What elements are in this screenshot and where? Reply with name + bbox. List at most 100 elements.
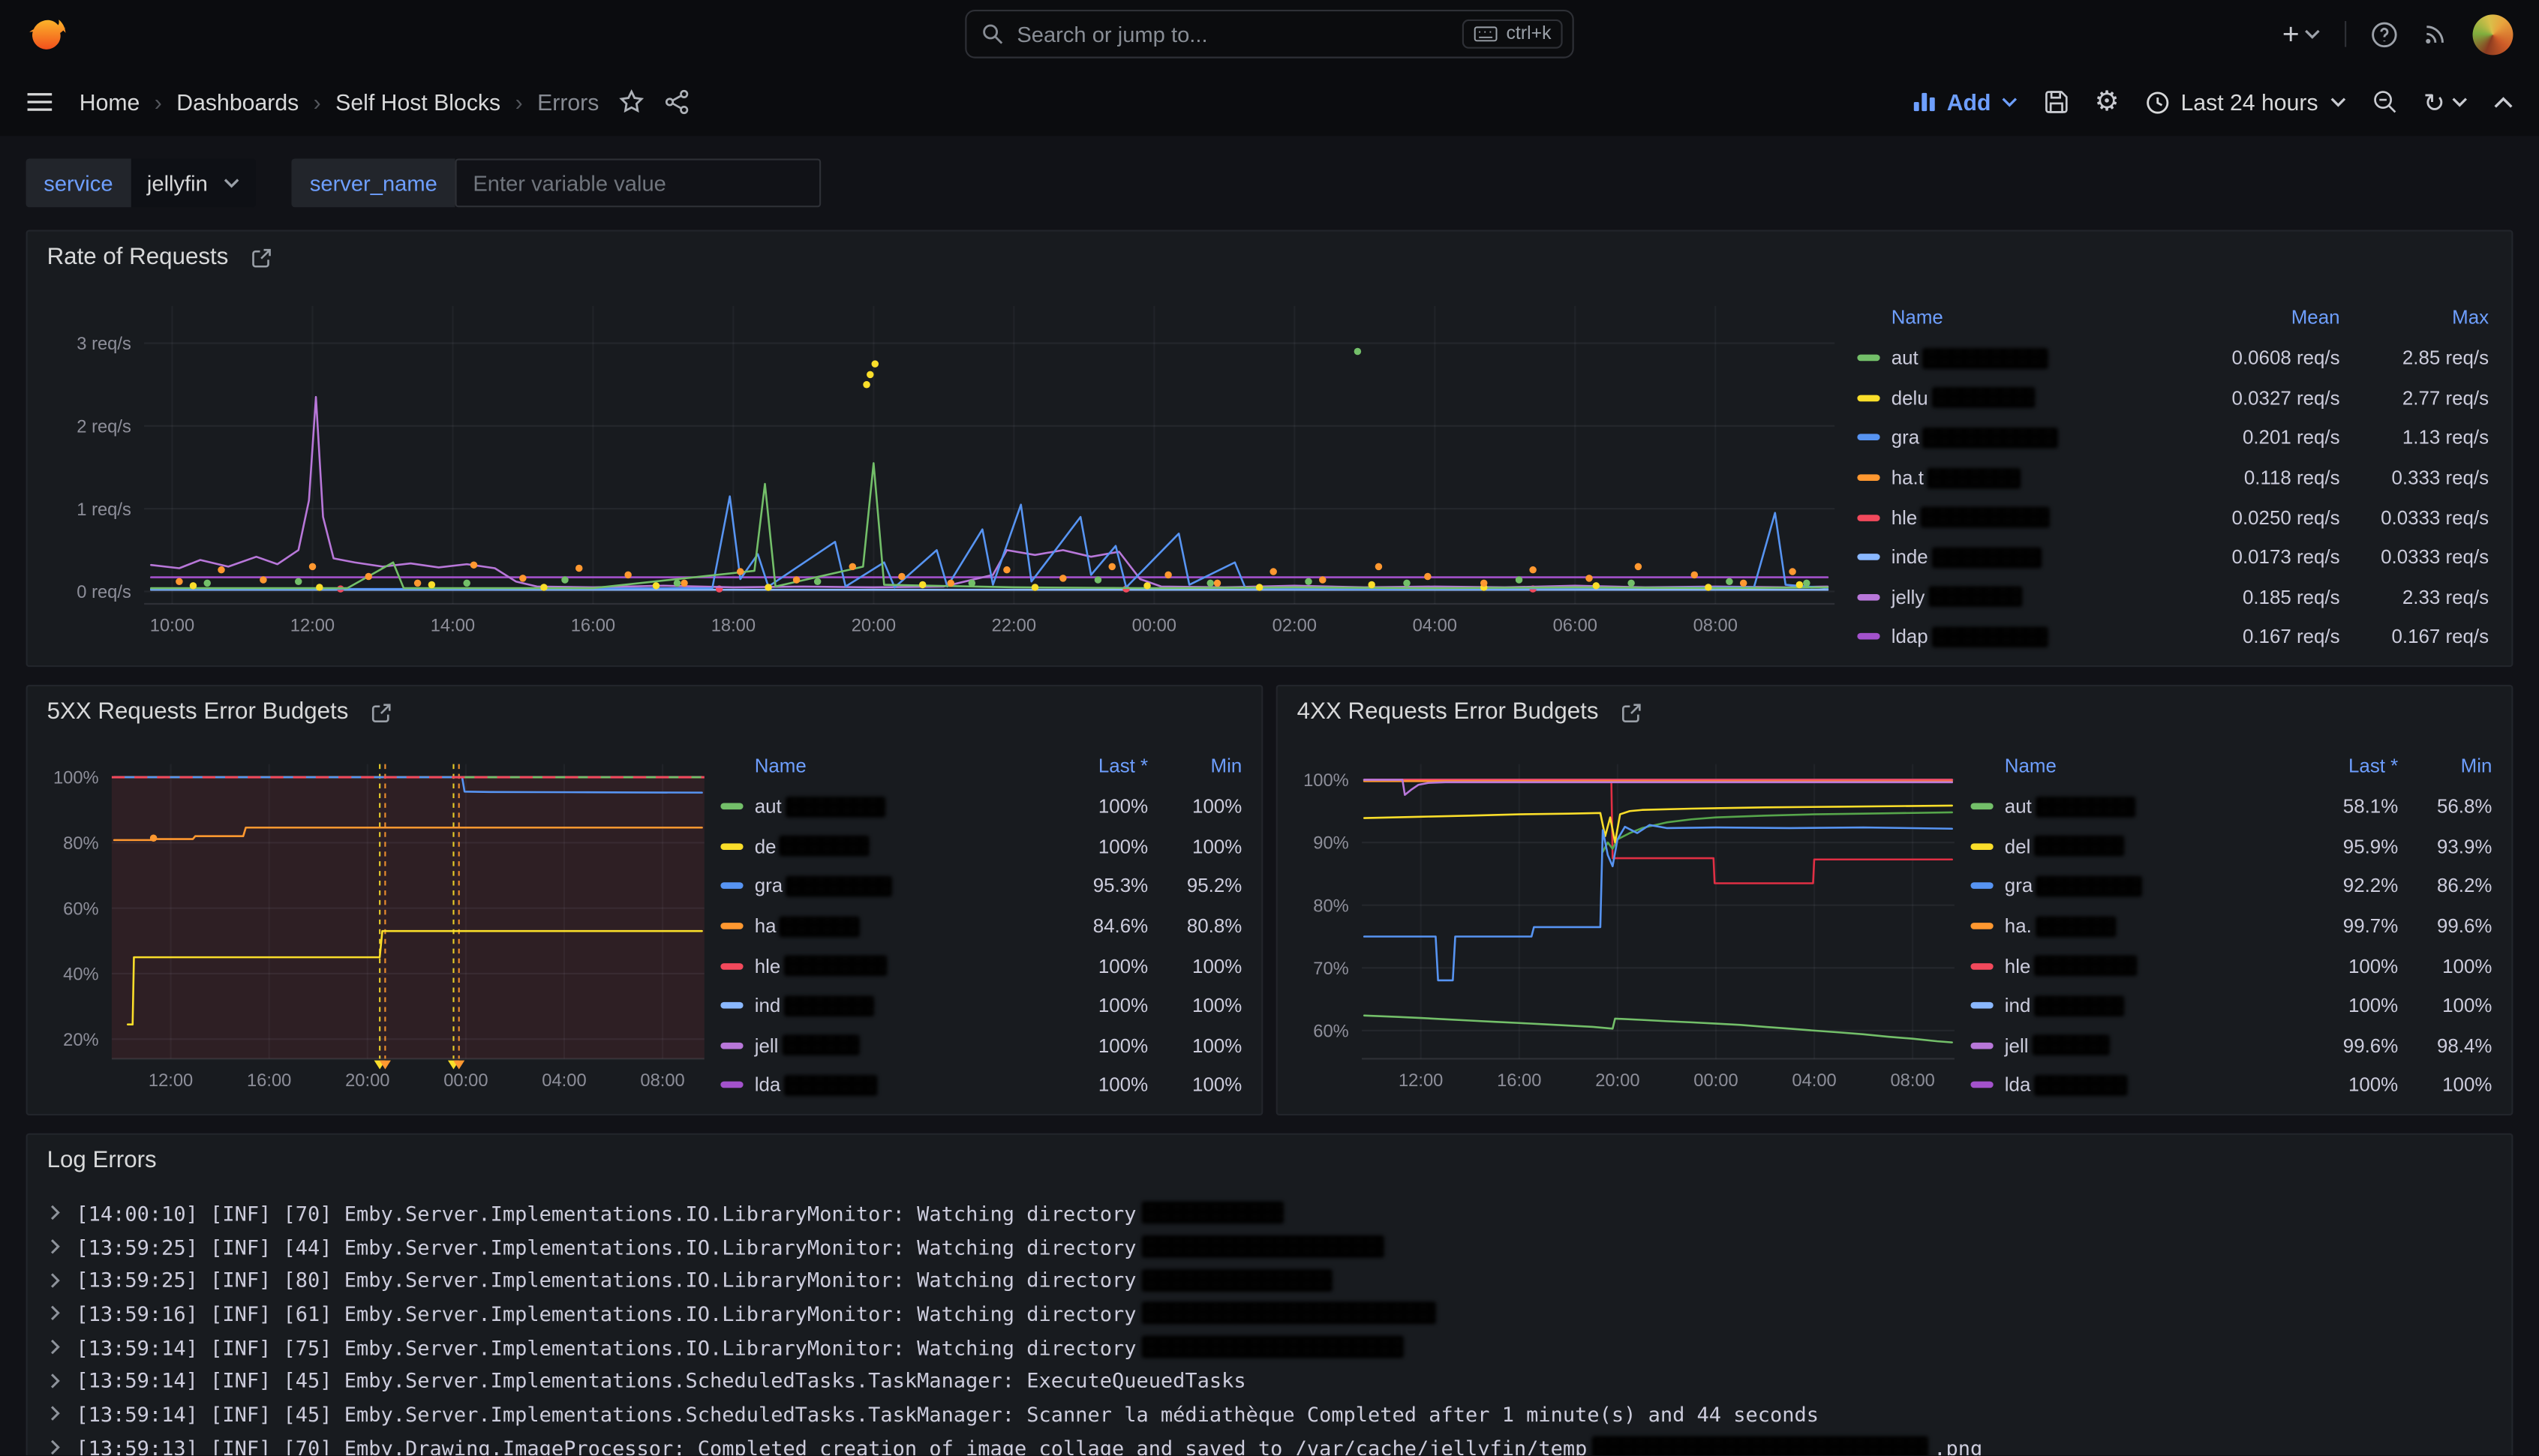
- expand-chevron-icon[interactable]: [49, 1305, 62, 1322]
- 5xx-error-budget-chart[interactable]: 20%40%60%80%100%12:0016:0020:0000:0004:0…: [41, 745, 714, 1104]
- dashboard-settings-button[interactable]: ⚙: [2095, 86, 2120, 118]
- legend-header-col1[interactable]: Mean: [2162, 306, 2339, 329]
- external-link-icon[interactable]: [251, 247, 272, 268]
- external-link-icon[interactable]: [371, 702, 392, 723]
- breadcrumb-item[interactable]: Dashboards: [176, 89, 299, 116]
- panel-header[interactable]: Log Errors: [47, 1148, 157, 1174]
- legend-row[interactable]: delu0.0327 req/s2.77 req/s: [1857, 378, 2489, 418]
- time-range-picker[interactable]: Last 24 hours: [2145, 89, 2345, 116]
- save-dashboard-button[interactable]: [2043, 89, 2069, 116]
- legend-row[interactable]: hle100%100%: [720, 946, 1242, 986]
- legend-header-col2[interactable]: Min: [1148, 755, 1242, 777]
- expand-chevron-icon[interactable]: [49, 1238, 62, 1255]
- breadcrumb-item[interactable]: Self Host Blocks: [335, 89, 500, 116]
- legend-row[interactable]: aut100%100%: [720, 787, 1242, 827]
- panel-title[interactable]: 4XX Requests Error Budgets: [1297, 699, 1599, 725]
- legend-row[interactable]: del95.9%93.9%: [1970, 827, 2492, 866]
- legend-header-col1[interactable]: Last *: [1035, 755, 1148, 777]
- legend-row[interactable]: ind100%100%: [720, 986, 1242, 1025]
- 5xx-legend: Name Last *Min aut100%100%de100%100%gra95.…: [720, 745, 1242, 1106]
- redacted-text: [1592, 1436, 1929, 1456]
- series-color-swatch: [720, 923, 743, 929]
- svg-text:80%: 80%: [63, 834, 98, 854]
- add-panel-button[interactable]: Add: [1913, 89, 2017, 116]
- breadcrumb-item[interactable]: Errors: [537, 89, 599, 116]
- collapse-toolbar-button[interactable]: [2494, 95, 2513, 109]
- search-input[interactable]: Search or jump to... ctrl+k: [965, 10, 1573, 59]
- rate-of-requests-svg[interactable]: 0 req/s1 req/s2 req/s3 req/s10:0012:0014…: [44, 287, 1847, 649]
- refresh-button[interactable]: ↻: [2423, 86, 2468, 117]
- redacted-text: [1141, 1302, 1436, 1325]
- legend-row[interactable]: lda100%100%: [1970, 1065, 2492, 1105]
- legend-row[interactable]: gra92.2%86.2%: [1970, 866, 2492, 906]
- legend-row[interactable]: aut58.1%56.8%: [1970, 787, 2492, 827]
- legend-header-col2[interactable]: Min: [2398, 755, 2492, 777]
- news-button[interactable]: [2423, 21, 2449, 47]
- legend-series-name: ind: [2005, 995, 2125, 1017]
- shortcut-label: ctrl+k: [1507, 24, 1552, 44]
- legend-row[interactable]: aut0.0608 req/s2.85 req/s: [1857, 338, 2489, 378]
- legend-series-name-text: de: [755, 835, 777, 857]
- legend-header-name[interactable]: Name: [1891, 306, 1943, 329]
- panel-title[interactable]: Log Errors: [47, 1148, 157, 1174]
- 4xx-error-budget-chart[interactable]: 60%70%80%90%100%12:0016:0020:0000:0004:0…: [1291, 745, 1964, 1104]
- legend-row[interactable]: gra95.3%95.2%: [720, 866, 1242, 906]
- svg-text:04:00: 04:00: [1792, 1071, 1836, 1091]
- expand-chevron-icon[interactable]: [49, 1272, 62, 1289]
- legend-header-col1[interactable]: Last *: [2285, 755, 2398, 777]
- log-text: [13:59:16] [INF] [61] Emby.Server.Implem…: [76, 1301, 1136, 1325]
- zoom-out-button[interactable]: [2372, 89, 2398, 116]
- legend-row[interactable]: ha84.6%80.8%: [720, 906, 1242, 946]
- vari​able-service-select[interactable]: jellyfin: [131, 158, 256, 207]
- expand-chevron-icon[interactable]: [49, 1439, 62, 1456]
- expand-chevron-icon[interactable]: [49, 1339, 62, 1355]
- new-menu-button[interactable]: +: [2282, 20, 2321, 49]
- err-budget-4xx-svg[interactable]: 60%70%80%90%100%12:0016:0020:0000:0004:0…: [1291, 745, 1964, 1104]
- panel-title[interactable]: Rate of Requests: [47, 245, 229, 271]
- legend-row[interactable]: gra0.201 req/s1.13 req/s: [1857, 418, 2489, 458]
- legend-row[interactable]: jell100%100%: [720, 1025, 1242, 1065]
- mega-menu-toggle[interactable]: [26, 91, 54, 113]
- breadcrumb-item[interactable]: Home: [80, 89, 140, 116]
- log-text: [13:59:25] [INF] [80] Emby.Server.Implem…: [76, 1268, 1136, 1292]
- series-color-swatch: [720, 803, 743, 810]
- expand-chevron-icon[interactable]: [49, 1373, 62, 1389]
- legend-row[interactable]: hle100%100%: [1970, 946, 2492, 986]
- legend-header-col2[interactable]: Max: [2340, 306, 2489, 329]
- legend-series-name: hle: [2005, 955, 2138, 977]
- help-button[interactable]: [2371, 20, 2399, 48]
- svg-text:100%: 100%: [1303, 771, 1349, 791]
- legend-row[interactable]: jelly0.185 req/s2.33 req/s: [1857, 578, 2489, 617]
- legend-series-name: jelly: [1891, 586, 2022, 608]
- favorite-star-button[interactable]: [618, 89, 645, 116]
- legend-row[interactable]: hle0.0250 req/s0.0333 req/s: [1857, 497, 2489, 537]
- svg-text:18:00: 18:00: [711, 617, 756, 636]
- legend-value-2: 100%: [1148, 1034, 1242, 1057]
- grafana-logo[interactable]: [26, 12, 70, 56]
- legend-row[interactable]: de100%100%: [720, 827, 1242, 866]
- legend-header-name[interactable]: Name: [2005, 755, 2057, 777]
- legend-row[interactable]: lda100%100%: [720, 1065, 1242, 1105]
- external-link-icon[interactable]: [1621, 702, 1642, 723]
- legend-row[interactable]: ldap0.167 req/s0.167 req/s: [1857, 617, 2489, 657]
- legend-header-name[interactable]: Name: [755, 755, 807, 777]
- expand-chevron-icon[interactable]: [49, 1406, 62, 1422]
- legend-row[interactable]: ha.99.7%99.6%: [1970, 906, 2492, 946]
- panel-header[interactable]: 5XX Requests Error Budgets: [47, 699, 392, 725]
- legend-row[interactable]: ha.t0.118 req/s0.333 req/s: [1857, 458, 2489, 497]
- user-avatar[interactable]: [2473, 14, 2513, 54]
- legend-value-1: 100%: [2285, 995, 2398, 1017]
- variable-server-name-input[interactable]: [455, 158, 822, 207]
- panel-header[interactable]: 4XX Requests Error Budgets: [1297, 699, 1642, 725]
- err-budget-5xx-svg[interactable]: 20%40%60%80%100%12:0016:0020:0000:0004:0…: [41, 745, 714, 1104]
- share-button[interactable]: [664, 89, 690, 116]
- legend-row[interactable]: jell99.6%98.4%: [1970, 1025, 2492, 1065]
- panel-title[interactable]: 5XX Requests Error Budgets: [47, 699, 349, 725]
- expand-chevron-icon[interactable]: [49, 1205, 62, 1221]
- legend-series-name-text: aut: [2005, 795, 2032, 818]
- legend-row[interactable]: ind100%100%: [1970, 986, 2492, 1025]
- panel-header[interactable]: Rate of Requests: [47, 245, 272, 271]
- redacted-text: [784, 995, 875, 1016]
- legend-row[interactable]: inde0.0173 req/s0.0333 req/s: [1857, 537, 2489, 577]
- rate-of-requests-chart[interactable]: 0 req/s1 req/s2 req/s3 req/s10:0012:0014…: [44, 287, 1847, 649]
